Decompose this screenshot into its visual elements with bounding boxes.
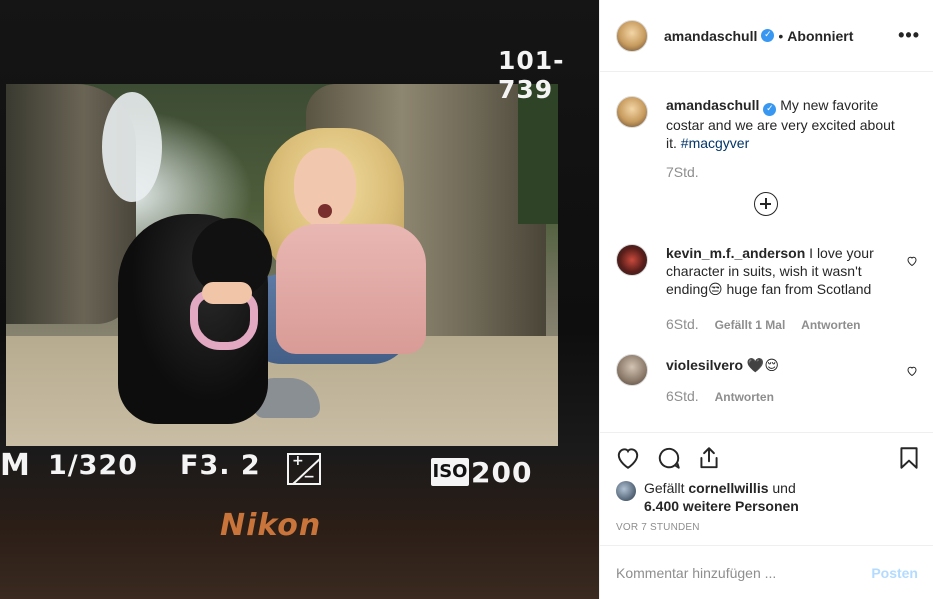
lcd-shutter-speed: 1/320	[48, 450, 139, 481]
lcd-image	[6, 84, 558, 446]
woman-hands	[202, 282, 252, 304]
header-separator: •	[778, 27, 784, 44]
comment-likes[interactable]: Gefällt 1 Mal	[715, 318, 786, 332]
plus-circle-icon[interactable]	[754, 192, 778, 216]
comment-time[interactable]: 6Std.	[666, 316, 699, 332]
comment-username[interactable]: kevin_m.f._anderson	[666, 245, 805, 261]
heart-icon[interactable]	[615, 445, 641, 471]
comment-body: violesilvero 🖤😌	[666, 356, 896, 374]
heart-icon[interactable]	[906, 365, 918, 377]
more-options-icon[interactable]: •••	[898, 26, 920, 44]
caption-username[interactable]: amandaschull	[666, 97, 759, 113]
lcd-iso-label: ISO	[431, 458, 469, 486]
avatar[interactable]	[616, 19, 648, 52]
post-timestamp[interactable]: VOR 7 STUNDEN	[616, 522, 700, 533]
post-photo[interactable]: 101-739 M 1/320 F3. 2 + − ISO 200 Nikon	[0, 0, 599, 599]
likes-summary: Gefällt cornellwillis und 6.400 weitere P…	[616, 479, 918, 515]
post-actions: Gefällt cornellwillis und 6.400 weitere P…	[600, 432, 933, 545]
comment-bubble-icon[interactable]	[656, 445, 682, 471]
verified-badge-icon: ✓	[761, 29, 775, 42]
comment-text: 🖤😌	[743, 357, 779, 373]
liker-avatar[interactable]	[616, 481, 636, 501]
comment-body: kevin_m.f._anderson I love your characte…	[666, 244, 896, 298]
comment-avatar[interactable]	[616, 354, 648, 386]
lcd-aperture: F3. 2	[180, 450, 261, 481]
share-icon[interactable]	[696, 445, 722, 471]
caption-hashtag[interactable]: #macgyver	[681, 135, 749, 151]
comment-form: Posten	[600, 545, 933, 599]
post-header: amandaschull ✓ • Abonniert •••	[600, 0, 933, 72]
caption-avatar[interactable]	[616, 96, 648, 128]
comment-username[interactable]: violesilvero	[666, 357, 743, 373]
caption-time[interactable]: 7Std.	[666, 164, 699, 180]
follow-status-button[interactable]: Abonniert	[787, 28, 853, 44]
tree-hole	[102, 92, 162, 202]
comment-time[interactable]: 6Std.	[666, 388, 699, 404]
verified-badge-icon: ✓	[763, 103, 777, 116]
header-username[interactable]: amandaschull	[664, 28, 757, 44]
post-sidebar: amandaschull ✓ • Abonniert ••• amandasch…	[599, 0, 933, 599]
comment-meta: 6Std. Gefällt 1 Mal Antworten	[666, 316, 861, 332]
post-button[interactable]: Posten	[871, 565, 918, 581]
heart-icon[interactable]	[906, 255, 918, 267]
likes-prefix: Gefällt	[644, 480, 689, 496]
comments-section[interactable]: amandaschull ✓ My new favorite costar and…	[600, 72, 933, 432]
lcd-iso-value: 200	[471, 456, 533, 489]
likes-count[interactable]: 6.400 weitere Personen	[644, 498, 799, 514]
caption-body: amandaschull ✓ My new favorite costar and…	[666, 96, 896, 152]
reply-button[interactable]: Antworten	[715, 390, 774, 404]
lcd-mode: M	[0, 448, 31, 483]
reply-button[interactable]: Antworten	[801, 318, 860, 332]
comment-meta: 6Std. Antworten	[666, 388, 774, 404]
likes-text: Gefällt cornellwillis und 6.400 weitere P…	[644, 479, 918, 515]
exposure-compensation-icon: + −	[287, 453, 321, 485]
woman-shirt	[276, 224, 426, 354]
woman-mouth	[318, 204, 332, 218]
camera-brand-logo: Nikon	[220, 508, 322, 543]
foliage	[518, 84, 558, 224]
comment-input[interactable]	[616, 564, 864, 581]
bookmark-icon[interactable]	[896, 445, 922, 471]
likes-middle: und	[768, 480, 796, 496]
liker-username[interactable]: cornellwillis	[688, 480, 768, 496]
comment-avatar[interactable]	[616, 244, 648, 276]
lcd-frame-counter: 101-739	[498, 46, 565, 104]
